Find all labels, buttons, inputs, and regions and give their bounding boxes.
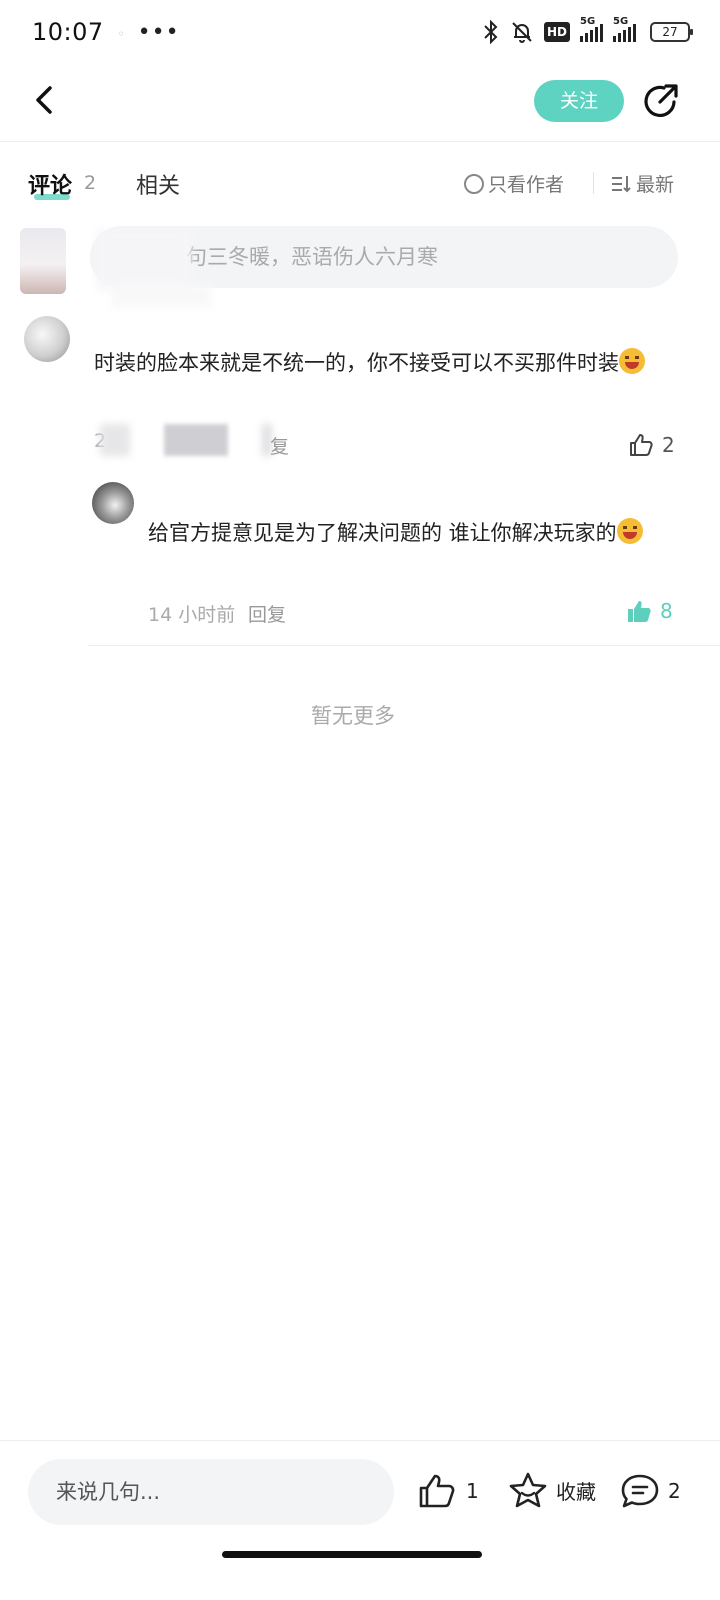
reply-like-button[interactable]: 8 [626,598,673,624]
favorite-button[interactable]: 收藏 [508,1471,596,1509]
comment-like-button[interactable]: 2 [628,432,675,458]
divider [88,645,720,646]
quoted-text: 句三冬暖，恶语伤人六月寒 [186,245,438,269]
sort-icon [612,175,631,192]
author-only-label: 只看作者 [488,174,565,196]
reply-like-count: 8 [660,599,673,623]
battery-icon: 27 [650,22,693,42]
grin-emoji-icon [616,518,643,544]
blurred-region [96,230,192,290]
comment-input[interactable]: 来说几句... [28,1459,394,1525]
blurred-region [164,424,228,456]
reply-button[interactable]: 回复 [248,600,286,627]
commenter-avatar[interactable] [24,316,70,362]
blurred-region [112,284,212,308]
reply-timestamp: 14 小时前 [148,604,236,626]
comments-button[interactable]: 2 [620,1473,681,1509]
back-arrow-icon[interactable] [26,80,66,120]
thumbs-up-filled-icon [628,601,651,622]
signal-strength-2-icon: 5G [613,16,636,42]
reply-body: 给官方提意见是为了解决问题的 谁让你解决玩家的 [148,510,678,556]
tab-related[interactable]: 相关 [136,168,180,200]
filter-divider [593,172,594,194]
comment-text: 时装的脸本来就是不统一的，你不接受可以不买那件时装 [94,351,619,375]
comment-body: 时装的脸本来就是不统一的，你不接受可以不买那件时装 [94,340,684,386]
replier-avatar[interactable] [92,482,134,524]
bluetooth-icon [484,20,498,44]
bottom-action-bar: 来说几句... 1 收藏 2 [0,1440,720,1544]
bell-muted-icon [512,22,532,43]
home-indicator[interactable] [222,1551,482,1558]
sort-label: 最新 [636,174,675,196]
status-time: 10:07 [32,18,104,46]
comment-bubble-icon [621,1474,659,1508]
thumbs-up-icon [630,434,653,456]
sort-button[interactable]: 最新 [610,170,674,197]
tab-comments[interactable]: 评论 [28,168,72,200]
comment-count: 2 [668,1479,681,1503]
status-more-icon: ••• [137,19,180,45]
notification-dot-icon: ◦ [117,27,125,41]
author-only-toggle[interactable]: 只看作者 [464,170,564,197]
list-end-message: 暂无更多 [311,704,395,728]
like-button[interactable]: 1 [418,1473,479,1509]
signal-strength-1-icon: 5G [580,16,603,42]
tab-comments-count: 2 [84,172,97,194]
comment-tabs: 评论 2 相关 只看作者 最新 [0,142,720,224]
status-icons: HD 5G 5G 27 [482,16,693,44]
thumbs-up-icon [419,1474,455,1508]
like-count: 1 [466,1479,479,1503]
status-bar: 10:07 ◦ ••• HD 5G 5G 27 [0,0,720,64]
favorite-label: 收藏 [556,1479,596,1504]
grin-emoji-icon [619,348,645,374]
avatar[interactable] [20,228,66,294]
share-icon[interactable] [640,80,682,122]
comment-like-count: 2 [662,433,675,457]
hd-badge: HD [543,22,570,42]
blurred-region [100,424,130,456]
reply-text: 给官方提意见是为了解决问题的 谁让你解决玩家的 [148,521,617,545]
app-header: 关注 [0,64,720,142]
reply-button[interactable]: 复 [270,432,289,459]
star-icon [509,1472,547,1508]
radio-circle-icon [464,173,484,194]
follow-button[interactable]: 关注 [534,80,624,122]
